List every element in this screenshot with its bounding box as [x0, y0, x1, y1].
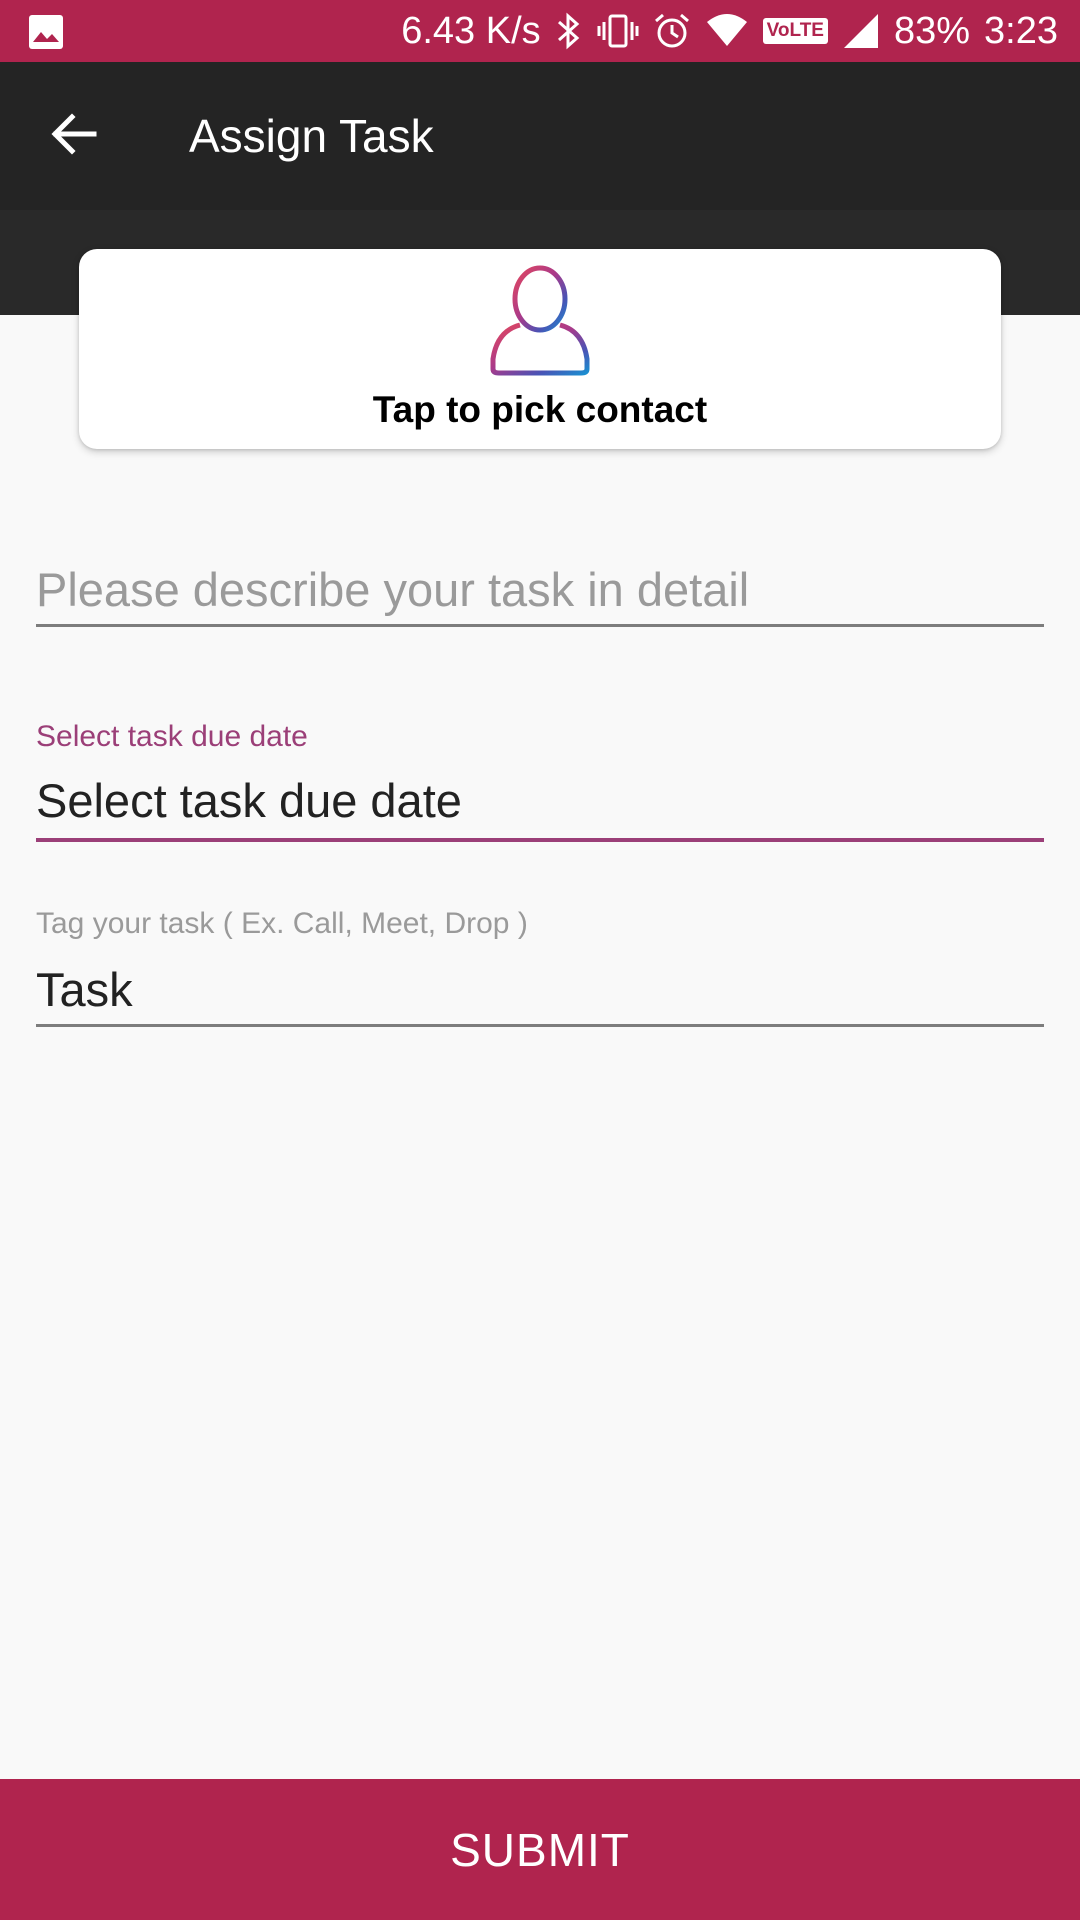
- status-indicators: 6.43 K/s VoLTE 83% 3:23: [401, 0, 1058, 62]
- vibrate-icon: [597, 12, 639, 50]
- task-description-field: [36, 555, 1044, 630]
- signal-icon: [842, 12, 880, 50]
- app-bar: Assign Task: [0, 62, 1080, 210]
- clock: 3:23: [984, 10, 1058, 52]
- network-speed: 6.43 K/s: [401, 10, 541, 52]
- due-date-field[interactable]: Select task due date Select task due dat…: [36, 715, 1044, 845]
- arrow-left-icon: [50, 112, 98, 161]
- page-title: Assign Task: [189, 110, 434, 162]
- due-date-input[interactable]: Select task due date: [36, 773, 462, 828]
- due-date-underline: [36, 838, 1044, 842]
- status-bar: 6.43 K/s VoLTE 83% 3:23: [0, 0, 1080, 62]
- bluetooth-icon: [555, 12, 583, 50]
- person-icon: [487, 261, 593, 384]
- gallery-icon: [28, 14, 64, 55]
- task-tag-input[interactable]: [36, 955, 1044, 1023]
- task-tag-label: Tag your task ( Ex. Call, Meet, Drop ): [36, 907, 528, 940]
- battery-level: 83%: [893, 10, 971, 52]
- due-date-label: Select task due date: [36, 720, 308, 753]
- pick-contact-label: Tap to pick contact: [372, 389, 708, 430]
- back-button[interactable]: [34, 100, 114, 172]
- pick-contact-card[interactable]: Tap to pick contact: [79, 249, 1001, 449]
- tag-underline: [36, 1024, 1044, 1027]
- task-description-input[interactable]: [36, 555, 1044, 623]
- volte-icon: VoLTE: [762, 18, 828, 44]
- wifi-icon: [705, 12, 749, 50]
- task-tag-field: Tag your task ( Ex. Call, Meet, Drop ): [36, 900, 1044, 1030]
- submit-button[interactable]: SUBMIT: [0, 1779, 1080, 1920]
- alarm-icon: [653, 12, 691, 50]
- description-underline: [36, 624, 1044, 627]
